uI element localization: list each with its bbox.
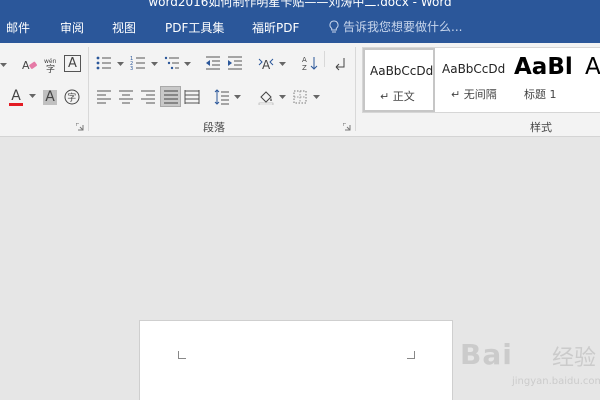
bullets-icon — [96, 56, 111, 70]
font-color-letter: A — [11, 87, 21, 104]
justify-button[interactable] — [160, 86, 181, 107]
char-shading-letter: A — [43, 88, 57, 105]
line-spacing-icon — [214, 89, 229, 105]
tab-foxit-pdf[interactable]: 福昕PDF — [252, 19, 299, 36]
increase-indent-icon — [228, 56, 242, 70]
borders-icon — [293, 90, 307, 104]
font-size-dropdown-caret[interactable] — [0, 63, 7, 68]
paragraph-group-label: 段落 — [203, 121, 225, 134]
styles-group-label: 样式 — [530, 121, 552, 134]
document-page[interactable] — [139, 320, 453, 400]
increase-indent-button[interactable] — [225, 53, 245, 73]
tab-view[interactable]: 视图 — [112, 19, 136, 36]
show-hide-marks-button[interactable] — [330, 53, 350, 73]
borders-button[interactable] — [290, 87, 310, 107]
line-spacing-button[interactable] — [212, 87, 232, 107]
chinese-layout-button[interactable]: A — [256, 53, 276, 73]
watermark-logo: Bai — [460, 338, 513, 371]
char-shading-button[interactable]: A — [40, 87, 60, 107]
tab-pdf-tools[interactable]: PDF工具集 — [165, 19, 224, 36]
distributed-icon — [184, 90, 200, 104]
font-dialog-launcher[interactable] — [76, 123, 84, 131]
bullets-button[interactable] — [94, 53, 114, 73]
shading-dropdown-caret[interactable] — [279, 95, 286, 100]
margin-corner-top-left — [178, 351, 186, 359]
chinese-layout-icon: A — [258, 58, 274, 71]
multilevel-list-button[interactable] — [162, 53, 182, 73]
tell-me-box[interactable]: 告诉我您想要做什么... — [328, 18, 462, 35]
svg-text:A: A — [22, 59, 30, 72]
decrease-indent-button[interactable] — [203, 53, 223, 73]
bullets-dropdown-caret[interactable] — [117, 62, 124, 67]
eraser-icon: A — [22, 59, 38, 72]
watermark-url: jingyan.baidu.com — [512, 376, 600, 387]
paragraph-dialog-launcher[interactable] — [343, 123, 351, 131]
style-preview: AaBbCcDd — [442, 62, 506, 76]
style-preview: A — [585, 54, 600, 80]
style-heading-1[interactable]: AaBl 标题 1 — [511, 48, 583, 112]
svg-text:A: A — [302, 56, 307, 64]
tell-me-placeholder: 告诉我您想要做什么... — [343, 20, 463, 34]
svg-text:3: 3 — [130, 66, 133, 71]
enclose-characters-button[interactable]: 字 — [62, 87, 82, 107]
title-bar: word2016如何制作明星卡贴——刘涛中二.docx - Word — [0, 0, 600, 12]
phonetic-top: wén — [44, 58, 57, 65]
tab-review[interactable]: 审阅 — [60, 19, 84, 36]
style-normal[interactable]: AaBbCcDd ↵ 正文 — [363, 48, 435, 112]
numbering-dropdown-caret[interactable] — [151, 62, 158, 67]
multilevel-dropdown-caret[interactable] — [184, 62, 191, 67]
numbering-icon: 123 — [130, 56, 145, 71]
style-next[interactable]: A — [583, 48, 600, 112]
font-color-button[interactable]: A — [6, 86, 26, 108]
multilevel-list-icon — [164, 56, 179, 70]
ribbon-tab-bar: 邮件 审阅 视图 PDF工具集 福昕PDF 告诉我您想要做什么... — [0, 12, 600, 43]
style-name: 标题 1 — [524, 88, 557, 101]
tab-mailings[interactable]: 邮件 — [6, 19, 30, 36]
align-right-icon — [141, 90, 155, 104]
decrease-indent-icon — [206, 56, 220, 70]
font-color-dropdown-caret[interactable] — [29, 94, 36, 99]
ribbon: A wén 字 A A A 字 123 A AZ 段落 AaBbCcDd ↵ 正… — [0, 43, 600, 137]
group-separator — [88, 47, 89, 131]
chinese-layout-dropdown-caret[interactable] — [279, 62, 286, 67]
svg-text:A: A — [262, 58, 271, 71]
style-name: ↵ 正文 — [380, 90, 415, 103]
baidu-watermark: Bai 经验 jingyan.baidu.com — [460, 330, 600, 400]
group-separator — [355, 47, 356, 131]
paragraph-mark-icon — [335, 58, 345, 71]
sort-button[interactable]: AZ — [300, 53, 320, 73]
align-right-button[interactable] — [138, 87, 158, 107]
phonetic-bottom: 字 — [46, 63, 55, 73]
character-border-button[interactable]: A — [64, 55, 81, 72]
paint-bucket-icon — [258, 91, 274, 105]
style-preview: AaBbCcDd — [370, 64, 434, 78]
styles-gallery: AaBbCcDd ↵ 正文 AaBbCcDd ↵ 无间隔 AaBl 标题 1 A — [362, 47, 600, 113]
clear-formatting-button[interactable]: A — [20, 55, 40, 75]
line-spacing-dropdown-caret[interactable] — [234, 95, 241, 100]
sort-az-icon: AZ — [302, 56, 318, 71]
distributed-button[interactable] — [182, 87, 202, 107]
mini-separator — [324, 51, 325, 67]
style-preview: AaBl — [514, 54, 573, 80]
align-left-button[interactable] — [94, 87, 114, 107]
borders-dropdown-caret[interactable] — [313, 95, 320, 100]
window-title: word2016如何制作明星卡贴——刘涛中二.docx - Word — [148, 0, 452, 9]
svg-text:Z: Z — [302, 64, 307, 71]
watermark-jingyan: 经验 — [552, 346, 597, 371]
align-left-icon — [97, 90, 111, 104]
align-center-icon — [119, 90, 133, 104]
margin-corner-top-right — [407, 351, 415, 359]
phonetic-guide-button[interactable]: wén 字 — [42, 55, 62, 75]
numbering-button[interactable]: 123 — [128, 53, 148, 73]
enclose-characters-icon: 字 — [64, 89, 80, 105]
style-name: ↵ 无间隔 — [451, 88, 497, 101]
shading-button[interactable] — [256, 87, 276, 107]
justify-icon — [163, 90, 178, 103]
style-no-spacing[interactable]: AaBbCcDd ↵ 无间隔 — [437, 48, 509, 112]
lightbulb-icon — [329, 19, 339, 32]
align-center-button[interactable] — [116, 87, 136, 107]
phonetic-guide-icon: wén 字 — [44, 58, 57, 73]
font-color-swatch — [9, 102, 23, 106]
enclose-char: 字 — [67, 92, 76, 104]
